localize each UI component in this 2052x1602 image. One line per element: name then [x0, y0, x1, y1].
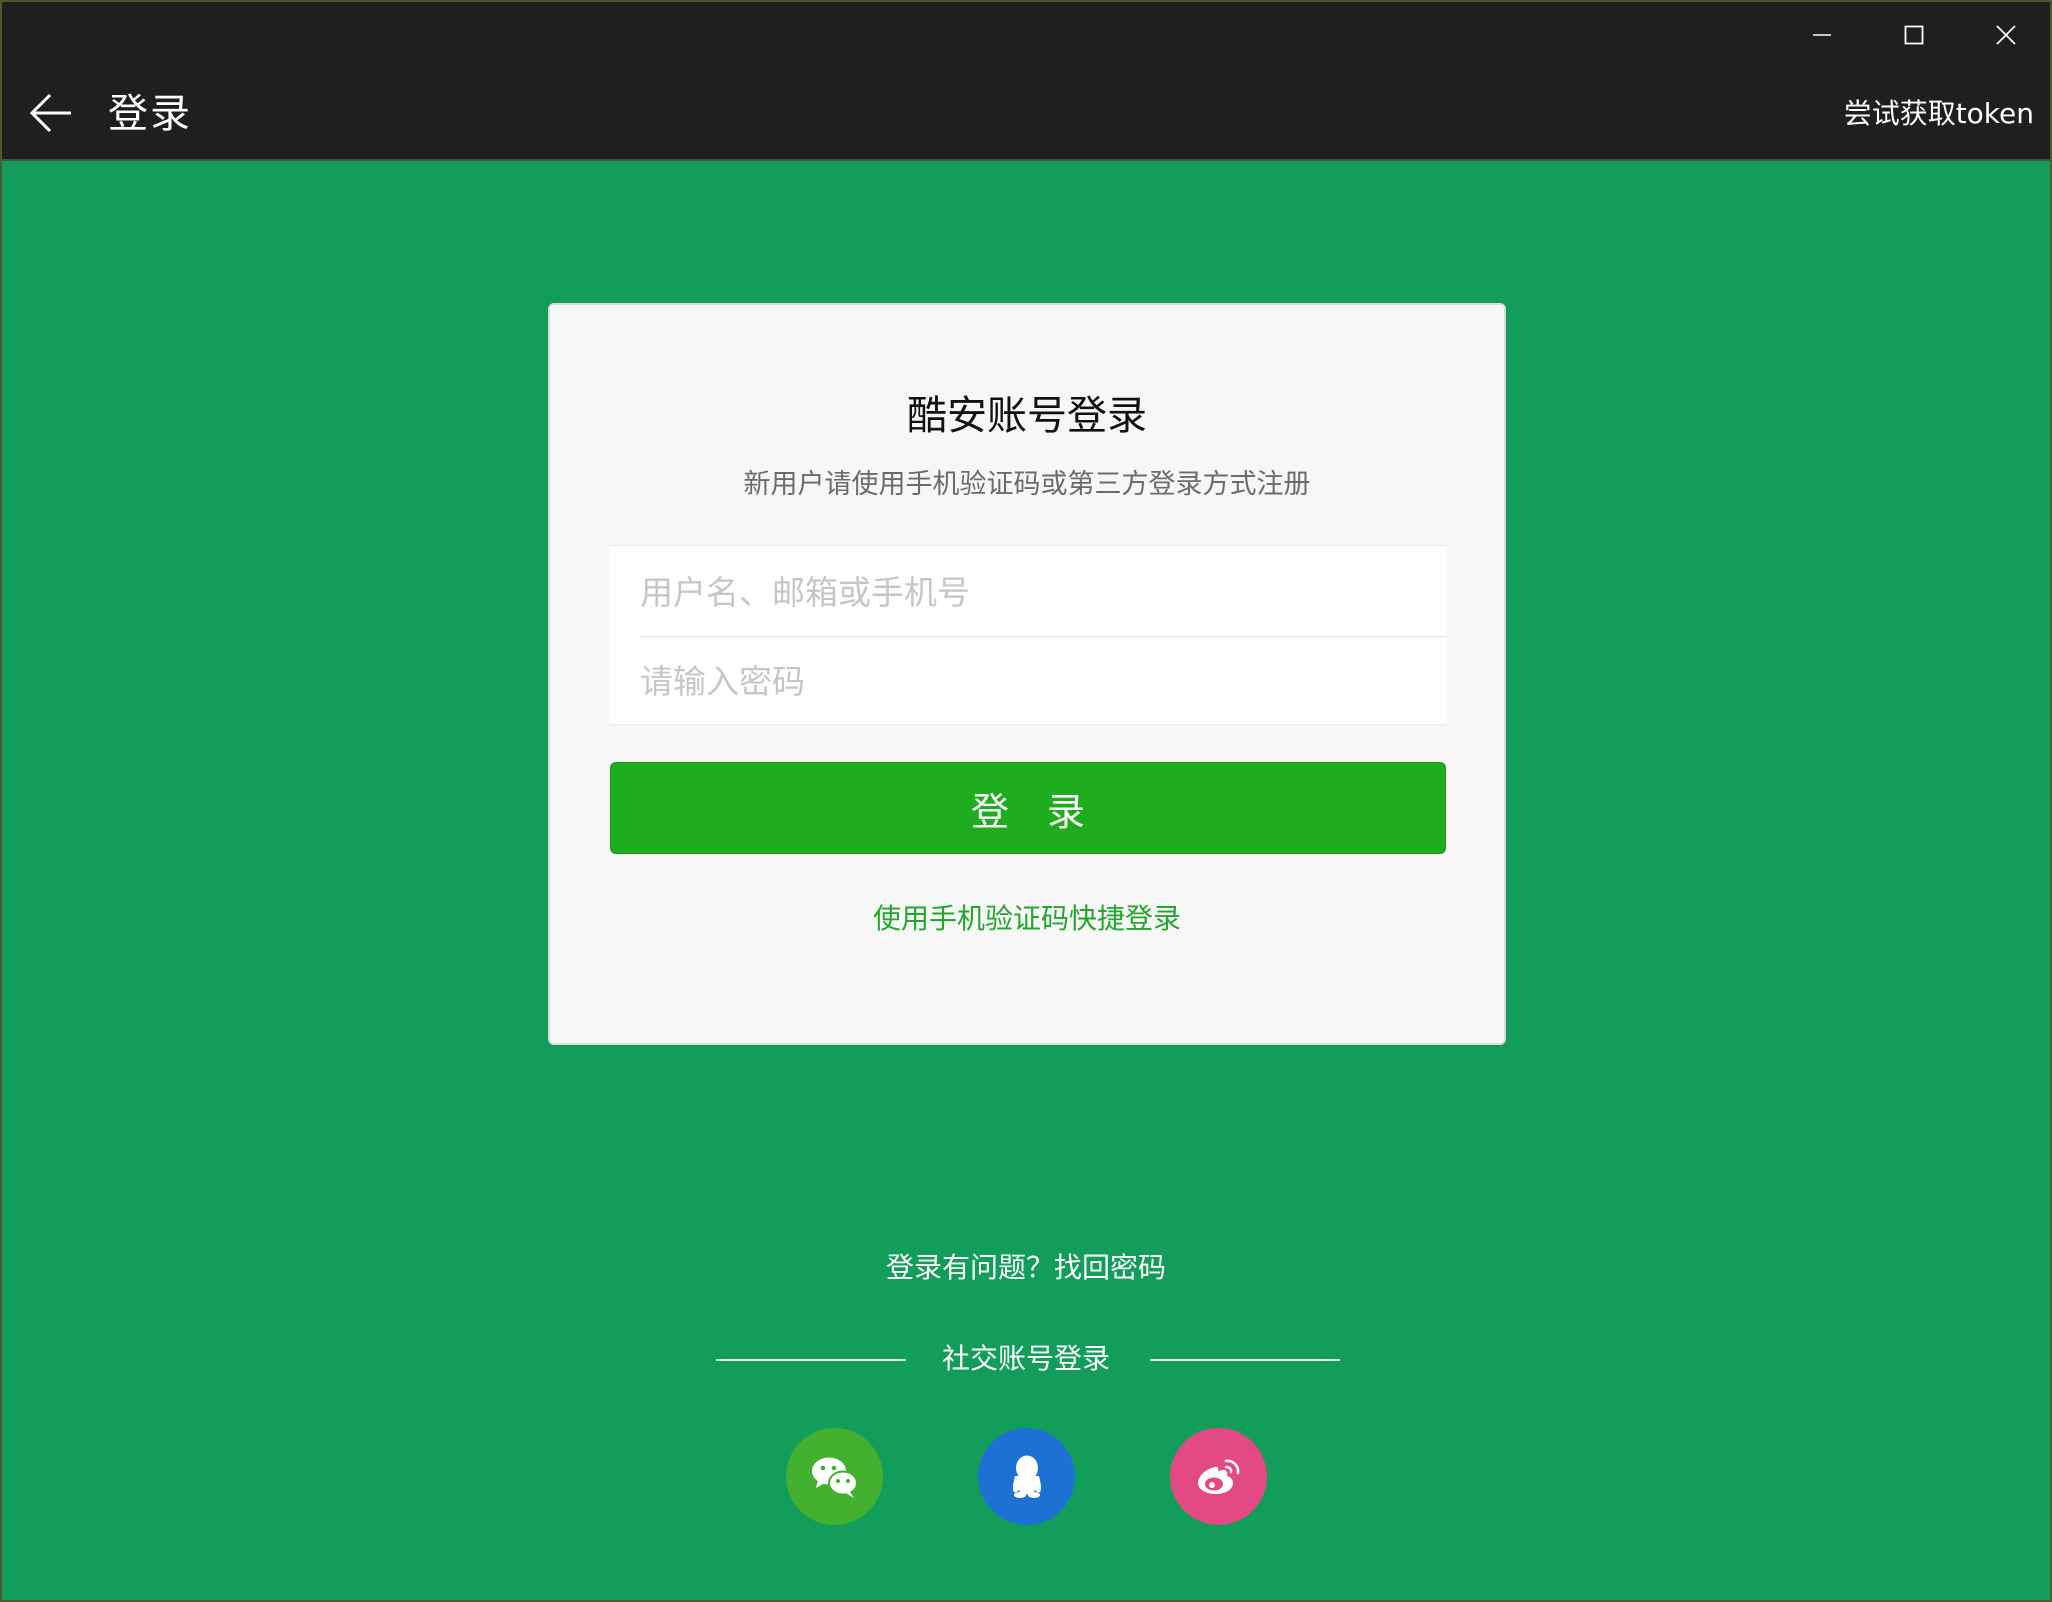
weibo-login-button[interactable]: [1170, 1428, 1267, 1525]
social-login-header: 社交账号登录: [2, 1337, 2050, 1381]
page-title: 登录: [108, 91, 192, 137]
maximize-icon: [1904, 25, 1924, 45]
weibo-icon: [1197, 1459, 1239, 1494]
maximize-button[interactable]: [1868, 2, 1960, 68]
username-input[interactable]: [640, 548, 1446, 636]
login-card: 酷安账号登录 新用户请使用手机验证码或第三方登录方式注册 登录 使用手机验证码快…: [548, 303, 1506, 1045]
app-window: 登录 尝试获取token 酷安账号登录 新用户请使用手机验证码或第三方登录方式注…: [0, 0, 2052, 1602]
credentials-group: [610, 545, 1446, 725]
qq-login-button[interactable]: [978, 1428, 1075, 1525]
close-button[interactable]: [1960, 2, 2052, 68]
divider-line-right: [1150, 1359, 1340, 1361]
forgot-password-link[interactable]: 登录有问题？找回密码: [2, 1248, 2050, 1288]
card-subtitle: 新用户请使用手机验证码或第三方登录方式注册: [743, 469, 1311, 500]
close-icon: [1996, 25, 2016, 45]
minimize-icon: [1813, 34, 1831, 36]
sms-login-link[interactable]: 使用手机验证码快捷登录: [550, 899, 1504, 939]
password-input[interactable]: [640, 637, 1446, 725]
title-bar: 登录 尝试获取token: [2, 2, 2050, 161]
minimize-button[interactable]: [1776, 2, 1868, 68]
card-title: 酷安账号登录: [907, 393, 1147, 439]
arrow-left-icon: [29, 93, 71, 133]
wechat-icon: [811, 1457, 858, 1498]
qq-icon: [1012, 1455, 1041, 1498]
back-button[interactable]: [18, 82, 84, 144]
login-button[interactable]: 登录: [610, 762, 1446, 854]
wechat-login-button[interactable]: [786, 1428, 883, 1525]
social-login-title: 社交账号登录: [941, 1342, 1110, 1375]
get-token-button[interactable]: 尝试获取token: [1844, 94, 2034, 134]
